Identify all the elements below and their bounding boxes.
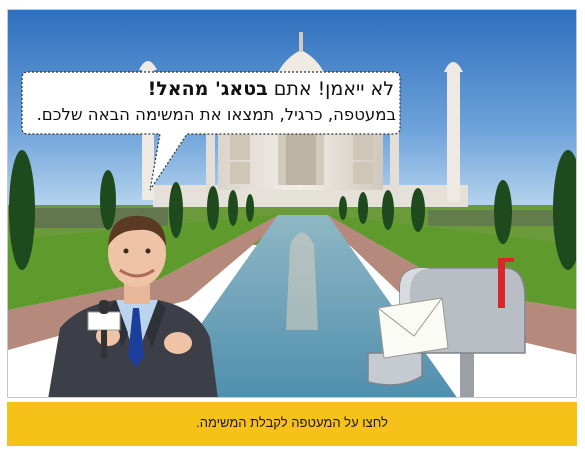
bubble-location-highlight: בטאג' מהאל! [147, 78, 268, 100]
bubble-greeting: לא ייאמן! אתם [267, 78, 394, 100]
speech-bubble: לא ייאמן! אתם בטאג' מהאל! במעטפה, כרגיל,… [21, 71, 401, 191]
speech-bubble-title: לא ייאמן! אתם בטאג' מהאל! [24, 78, 394, 100]
instruction-bar: לחצו על המעטפה לקבלת המשימה. [7, 402, 577, 446]
mailbox-envelope-button[interactable] [360, 258, 530, 398]
reporter-character [48, 215, 218, 397]
mailbox-with-envelope-icon [377, 297, 449, 359]
speech-bubble-body: במעטפה, כרגיל, תמצאו את המשימה הבאה שלכם… [36, 105, 396, 124]
instruction-text: לחצו על המעטפה לקבלת המשימה. [196, 415, 388, 430]
game-stage: לא ייאמן! אתם בטאג' מהאל! במעטפה, כרגיל,… [7, 9, 577, 398]
